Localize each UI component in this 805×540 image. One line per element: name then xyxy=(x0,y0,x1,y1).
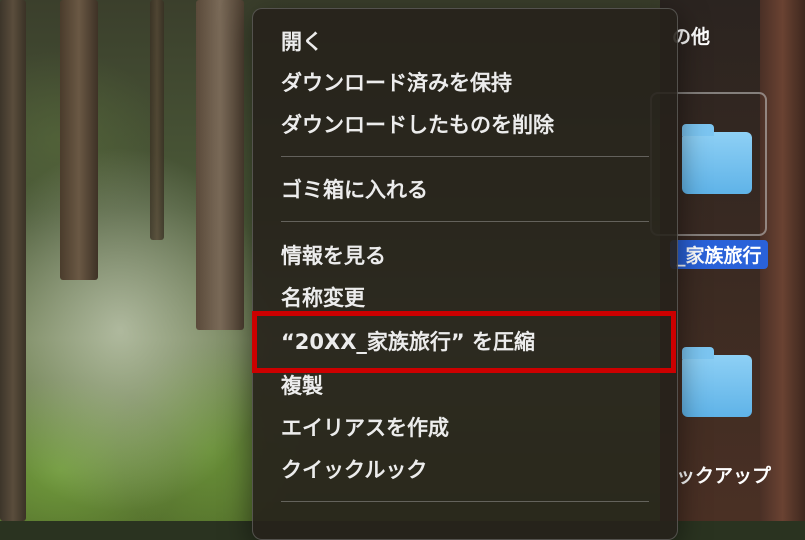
tree-trunk xyxy=(60,0,98,280)
tree-trunk xyxy=(196,0,244,330)
menu-item-get-info[interactable]: 情報を見る xyxy=(281,241,386,271)
menu-item-open[interactable]: 開く xyxy=(281,27,323,57)
menu-item-keep-downloaded[interactable]: ダウンロード済みを保持 xyxy=(281,68,512,98)
selected-folder-name[interactable]: _家族旅行 xyxy=(670,240,768,269)
tree-trunk xyxy=(150,0,164,240)
menu-separator xyxy=(281,221,649,222)
highlight-annotation-box xyxy=(252,311,676,373)
menu-separator xyxy=(281,156,649,157)
tree-trunk xyxy=(0,0,26,521)
folder-name[interactable]: ックアップ xyxy=(676,461,771,488)
menu-item-quick-look[interactable]: クイックルック xyxy=(281,455,427,485)
menu-item-duplicate[interactable]: 複製 xyxy=(281,371,323,401)
context-menu: 開く ダウンロード済みを保持 ダウンロードしたものを削除 ゴミ箱に入れる 情報を… xyxy=(252,8,678,540)
menu-item-move-to-trash[interactable]: ゴミ箱に入れる xyxy=(281,175,428,205)
menu-item-remove-download[interactable]: ダウンロードしたものを削除 xyxy=(281,110,554,140)
menu-separator xyxy=(281,501,649,502)
menu-item-rename[interactable]: 名称変更 xyxy=(281,283,365,313)
menu-item-make-alias[interactable]: エイリアスを作成 xyxy=(281,413,449,443)
folder-icon[interactable] xyxy=(682,124,752,194)
folder-icon[interactable] xyxy=(682,347,752,417)
